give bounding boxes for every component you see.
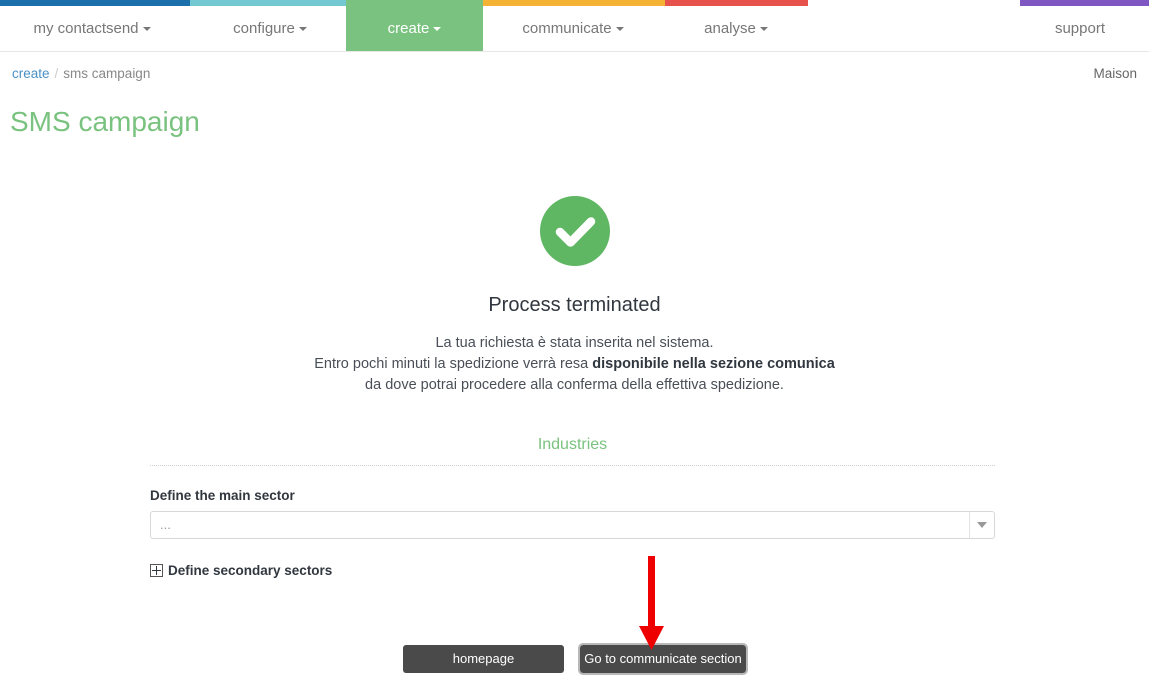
breadcrumb: create / sms campaign xyxy=(12,66,150,81)
main-sector-label: Define the main sector xyxy=(150,488,295,503)
nav-item-analyse[interactable]: analyse xyxy=(680,6,792,51)
account-name: Maison xyxy=(1093,66,1137,81)
nav-item-configure[interactable]: configure xyxy=(200,6,340,51)
check-circle-icon xyxy=(539,196,610,266)
success-line-2-emphasis: disponibile nella sezione comunica xyxy=(592,356,835,372)
secondary-sectors-label: Define secondary sectors xyxy=(168,563,333,578)
caret-down-icon xyxy=(433,27,442,32)
plus-box-icon xyxy=(150,564,163,577)
page-title: SMS campaign xyxy=(10,106,200,137)
success-line-2: Entro pochi minuti la spedizione verrà r… xyxy=(0,354,1149,375)
breadcrumb-link-create[interactable]: create xyxy=(12,66,50,81)
success-panel: Process terminated La tua richiesta è st… xyxy=(0,196,1149,396)
nav-item-label: support xyxy=(1054,20,1106,37)
breadcrumb-current: sms campaign xyxy=(63,66,151,81)
chevron-down-icon[interactable] xyxy=(969,512,994,538)
homepage-button[interactable]: homepage xyxy=(403,645,564,673)
success-line-2-prefix: Entro pochi minuti la spedizione verrà r… xyxy=(314,356,593,372)
success-line-3: da dove potrai procedere alla conferma d… xyxy=(365,377,784,393)
main-sector-select[interactable]: ... xyxy=(150,511,995,539)
go-to-communicate-button[interactable]: Go to communicate section xyxy=(578,643,748,675)
nav-item-create[interactable]: create xyxy=(346,6,483,51)
nav-item-label: configure xyxy=(233,20,295,37)
caret-down-icon xyxy=(615,27,624,32)
main-navbar: my contactsend configure create communicate… xyxy=(0,6,1149,52)
breadcrumb-separator: / xyxy=(54,66,59,81)
main-sector-select-value: ... xyxy=(160,517,171,532)
success-title: Process terminated xyxy=(488,294,661,316)
nav-item-label: create xyxy=(387,20,430,37)
nav-item-support[interactable]: support xyxy=(1030,6,1130,51)
nav-item-label: my contactsend xyxy=(33,20,139,37)
chevron-down-glyph xyxy=(977,522,987,528)
caret-down-icon xyxy=(298,27,307,32)
nav-item-label: analyse xyxy=(704,20,756,37)
caret-down-icon xyxy=(759,27,768,32)
success-line-1: La tua richiesta è stata inserita nel si… xyxy=(435,335,714,351)
nav-item-label: communicate xyxy=(522,20,612,37)
nav-item-communicate[interactable]: communicate xyxy=(495,6,651,51)
nav-item-my-contactsend[interactable]: my contactsend xyxy=(14,6,170,51)
caret-down-icon xyxy=(142,27,151,32)
panel-divider xyxy=(150,465,995,466)
success-message: La tua richiesta è stata inserita nel si… xyxy=(0,333,1149,396)
secondary-sectors-toggle[interactable]: Define secondary sectors xyxy=(150,563,332,578)
industries-heading: Industries xyxy=(537,436,608,453)
industries-panel: Industries Define the main sector ... De… xyxy=(150,436,995,582)
